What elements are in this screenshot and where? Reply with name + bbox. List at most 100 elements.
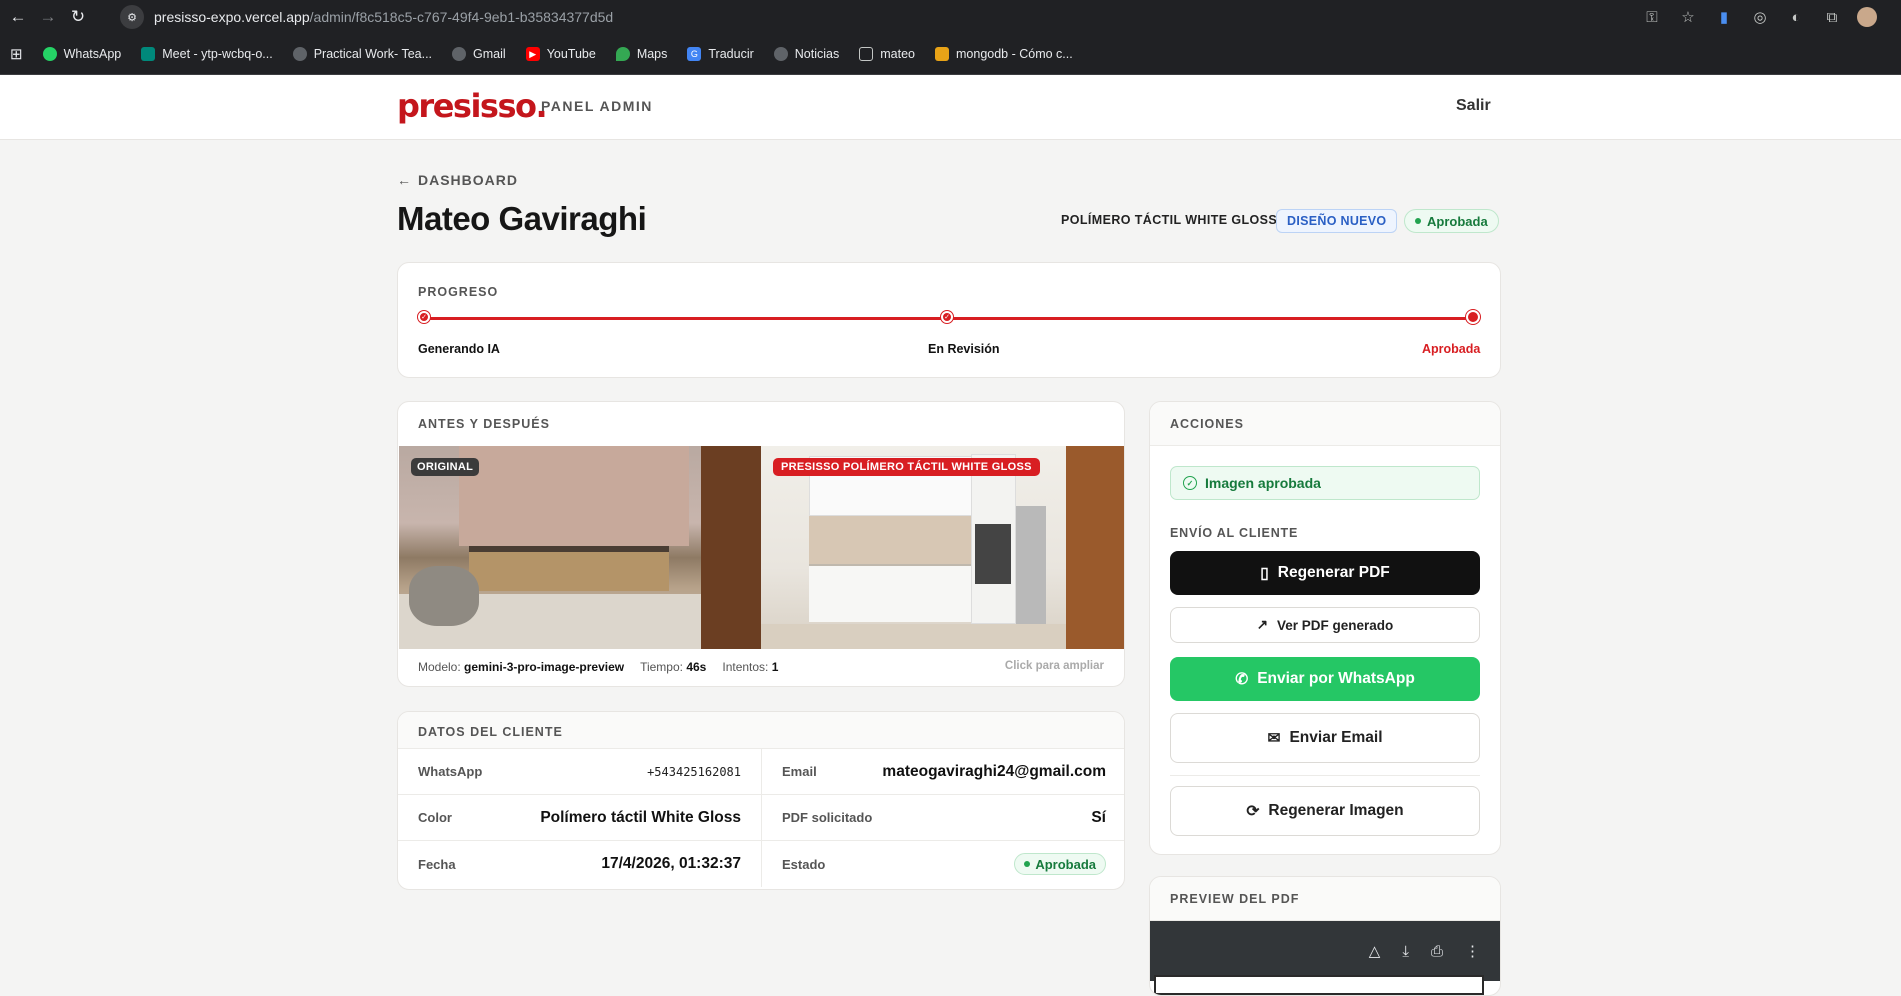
extensions-puzzle-icon[interactable]: ⧉	[1821, 6, 1843, 28]
whatsapp-label: WhatsApp	[418, 764, 483, 779]
globe-icon	[773, 47, 788, 61]
rendered-kitchen-image[interactable]: PRESISSO POLÍMERO TÁCTIL WHITE GLOSS	[761, 446, 1124, 649]
actions-card: ACCIONES ✓ Imagen aprobada ENVÍO AL CLIE…	[1149, 401, 1501, 855]
client-data-card: DATOS DEL CLIENTE WhatsApp +543425162081 …	[397, 711, 1125, 890]
client-data-row: Color Polímero táctil White Gloss PDF sol…	[398, 795, 1124, 841]
extension-chart-icon[interactable]: ▮	[1713, 6, 1735, 28]
step-label-en-revision: En Revisión	[928, 342, 1000, 356]
mongodb-icon	[935, 47, 949, 61]
globe-icon	[292, 47, 307, 61]
external-link-icon: ↗	[1256, 617, 1268, 632]
step-label-generando-ia: Generando IA	[418, 342, 500, 356]
bookmark-noticias[interactable]: Noticias	[773, 47, 839, 61]
bookmark-mongodb[interactable]: mongodb - Cómo c...	[935, 47, 1073, 61]
print-icon[interactable]: ⎙	[1431, 943, 1443, 960]
pdf-requested-value: Sí	[1091, 808, 1106, 826]
pdf-viewer-toolbar: △ ⤓ ⎙ ⋮	[1150, 921, 1500, 981]
download-icon[interactable]: ⤓	[1402, 943, 1409, 960]
reload-icon[interactable]: ↻	[66, 5, 90, 29]
pdf-page	[1154, 975, 1484, 995]
color-label: Color	[418, 810, 452, 825]
address-bar[interactable]: ⚙ presisso-expo.vercel.app/admin/f8c518c…	[120, 4, 1660, 30]
url-host: presisso-expo.vercel.app	[154, 9, 310, 25]
pdf-preview-title: PREVIEW DEL PDF	[1170, 892, 1300, 906]
bookmark-youtube[interactable]: ▶ YouTube	[525, 47, 596, 61]
folder-icon	[859, 47, 874, 61]
extension-contrast-icon[interactable]: ◐	[1785, 6, 1807, 28]
page-title: Mateo Gaviraghi	[397, 200, 647, 237]
new-design-badge: DISEÑO NUEVO	[1276, 209, 1398, 233]
site-info-icon[interactable]: ⚙	[120, 5, 144, 29]
image-approved-notice: ✓ Imagen aprobada	[1170, 466, 1480, 500]
meet-icon	[141, 47, 156, 61]
bookmark-traducir[interactable]: G Traducir	[687, 47, 754, 61]
step-generando-ia-check-icon: ✓	[418, 311, 430, 323]
email-label: Email	[782, 764, 817, 779]
bookmark-meet[interactable]: Meet - ytp-wcbq-o...	[141, 47, 273, 61]
send-whatsapp-button[interactable]: ✆ Enviar por WhatsApp	[1170, 657, 1480, 701]
profile-avatar[interactable]	[1857, 7, 1877, 27]
date-label: Fecha	[418, 856, 456, 872]
comparison-images[interactable]: ORIGINAL PRESISSO POLÍMERO TÁCTIL WHITE …	[399, 446, 1124, 649]
time-value: 46s	[686, 660, 707, 674]
view-pdf-button[interactable]: ↗ Ver PDF generado	[1170, 607, 1480, 643]
app-header: presisso. PANEL ADMIN Salir	[0, 75, 1901, 140]
before-after-card: ANTES Y DESPUÉS ORIGINAL PRESISSO POLÍME…	[397, 401, 1125, 687]
document-icon: ▯	[1260, 564, 1269, 582]
status-badge-label: Aprobada	[1427, 213, 1488, 229]
send-to-client-heading: ENVÍO AL CLIENTE	[1170, 526, 1299, 540]
status-dot-icon	[1415, 218, 1421, 224]
client-data-row: Fecha 17/4/2026, 01:32:37 Estado Aprobada	[398, 841, 1124, 887]
divider	[1170, 775, 1480, 776]
regenerate-pdf-button[interactable]: ▯ Regenerar PDF	[1170, 551, 1480, 595]
extension-target-icon[interactable]: ◎	[1749, 6, 1771, 28]
pdf-preview-card: PREVIEW DEL PDF △ ⤓ ⎙ ⋮	[1149, 876, 1501, 996]
more-vertical-icon[interactable]: ⋮	[1465, 942, 1480, 960]
step-en-revision-check-icon: ✓	[941, 311, 953, 323]
original-kitchen-image[interactable]: ORIGINAL	[399, 446, 761, 649]
send-email-button[interactable]: ✉ Enviar Email	[1170, 713, 1480, 763]
email-value: mateogaviraghi24@gmail.com	[882, 762, 1106, 780]
panel-admin-label: PANEL ADMIN	[541, 98, 653, 114]
whatsapp-icon	[42, 47, 57, 61]
globe-icon	[452, 47, 467, 61]
status-dot-icon	[1024, 861, 1031, 867]
progress-title: PROGRESO	[418, 285, 499, 299]
url-path: /admin/f8c518c5-c767-49f4-9eb1-b35834377…	[309, 9, 614, 25]
password-key-icon[interactable]: ⚿	[1641, 6, 1663, 28]
status-badge: Aprobada	[1404, 209, 1499, 233]
color-value: Polímero táctil White Gloss	[540, 808, 741, 826]
before-after-title: ANTES Y DESPUÉS	[418, 417, 550, 431]
bookmarks-bar: ⊞ WhatsApp Meet - ytp-wcbq-o... Practica…	[0, 34, 1901, 75]
attempts-value: 1	[771, 660, 779, 674]
presisso-logo[interactable]: presisso.	[397, 87, 548, 125]
bookmark-maps[interactable]: Maps	[615, 47, 667, 61]
bookmark-mateo[interactable]: mateo	[859, 47, 915, 61]
actions-title: ACCIONES	[1170, 417, 1244, 431]
step-label-aprobada: Aprobada	[1422, 342, 1481, 356]
back-arrow-icon[interactable]: ←	[6, 5, 30, 29]
pdf-requested-label: PDF solicitado	[782, 810, 873, 825]
mail-icon: ✉	[1267, 729, 1281, 747]
whatsapp-icon: ✆	[1235, 670, 1249, 688]
apps-grid-icon[interactable]: ⊞	[10, 45, 23, 63]
bookmark-practical-work[interactable]: Practical Work- Tea...	[292, 47, 432, 61]
maps-icon	[615, 47, 630, 61]
logout-link[interactable]: Salir	[1456, 97, 1491, 115]
drive-add-icon[interactable]: △	[1369, 942, 1381, 960]
browser-toolbar: ← → ↻ ⚙ presisso-expo.vercel.app/admin/f…	[0, 0, 1901, 34]
original-tag: ORIGINAL	[411, 458, 480, 476]
back-to-dashboard-link[interactable]: ← DASHBOARD	[397, 172, 518, 188]
image-approved-label: Imagen aprobada	[1205, 475, 1321, 491]
bookmark-gmail[interactable]: Gmail	[452, 47, 506, 61]
bookmark-star-icon[interactable]: ☆	[1677, 6, 1699, 28]
bookmark-whatsapp[interactable]: WhatsApp	[42, 47, 121, 61]
regenerate-image-button[interactable]: ⟳ Regenerar Imagen	[1170, 786, 1480, 836]
check-circle-icon: ✓	[1183, 476, 1197, 490]
forward-arrow-icon[interactable]: →	[36, 5, 60, 29]
translate-icon: G	[687, 47, 702, 61]
youtube-icon: ▶	[525, 47, 540, 61]
generation-meta: Modelo: gemini-3-pro-image-preview Tiemp…	[418, 660, 779, 674]
model-value: gemini-3-pro-image-preview	[464, 660, 625, 674]
arrow-left-icon: ←	[397, 172, 412, 188]
